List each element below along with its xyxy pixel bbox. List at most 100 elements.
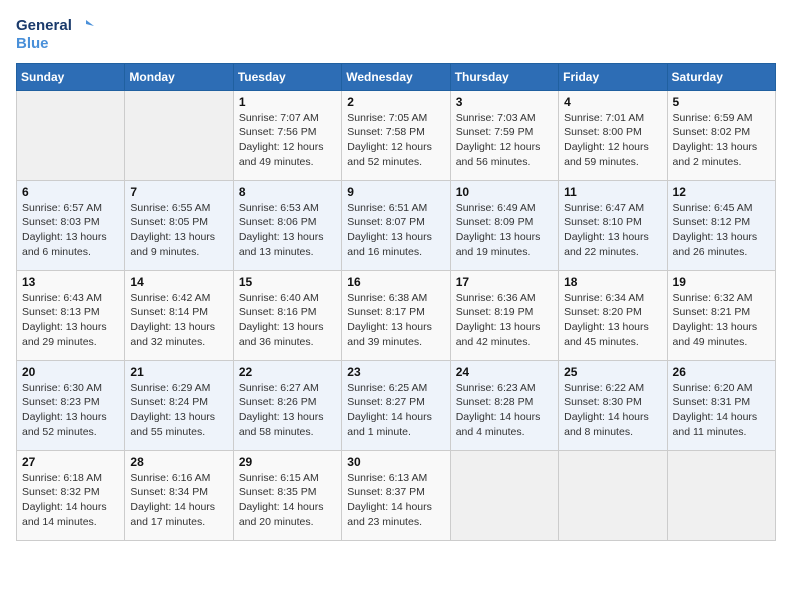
day-number: 26 [673,365,770,379]
day-detail: Sunrise: 6:18 AM Sunset: 8:32 PM Dayligh… [22,471,119,530]
calendar-cell: 22Sunrise: 6:27 AM Sunset: 8:26 PM Dayli… [233,360,341,450]
day-number: 5 [673,95,770,109]
calendar-cell: 20 Sunrise: 6:30 AM Sunset: 8:23 PM Dayli… [17,360,125,450]
day-number: 24 [456,365,553,379]
logo-bird-icon [74,16,94,36]
logo-text-blue: Blue [16,36,94,53]
day-detail: Sunrise: 6:49 AM Sunset: 8:09 PM Dayligh… [456,201,553,260]
day-number: 16 [347,275,444,289]
day-number: 19 [673,275,770,289]
calendar-cell: 28Sunrise: 6:16 AM Sunset: 8:34 PM Dayli… [125,450,233,540]
day-number: 28 [130,455,227,469]
weekday-header-saturday: Saturday [667,63,775,90]
day-detail: Sunrise: 6:25 AM Sunset: 8:27 PM Dayligh… [347,381,444,440]
calendar-cell: 8 Sunrise: 6:53 AM Sunset: 8:06 PM Daylig… [233,180,341,270]
day-detail: Sunrise: 6:13 AM Sunset: 8:37 PM Dayligh… [347,471,444,530]
day-detail: Sunrise: 7:01 AM Sunset: 8:00 PM Dayligh… [564,111,661,170]
day-detail: Sunrise: 6:38 AM Sunset: 8:17 PM Dayligh… [347,291,444,350]
calendar-cell [17,90,125,180]
calendar-cell: 26 Sunrise: 6:20 AM Sunset: 8:31 PM Dayli… [667,360,775,450]
calendar-cell: 3 Sunrise: 7:03 AM Sunset: 7:59 PM Daylig… [450,90,558,180]
day-detail: Sunrise: 6:22 AM Sunset: 8:30 PM Dayligh… [564,381,661,440]
day-number: 25 [564,365,661,379]
day-number: 3 [456,95,553,109]
calendar-cell: 14 Sunrise: 6:42 AM Sunset: 8:14 PM Dayli… [125,270,233,360]
calendar-cell: 30Sunrise: 6:13 AM Sunset: 8:37 PM Dayli… [342,450,450,540]
day-number: 4 [564,95,661,109]
calendar-cell: 18Sunrise: 6:34 AM Sunset: 8:20 PM Dayli… [559,270,667,360]
day-number: 21 [130,365,227,379]
day-number: 23 [347,365,444,379]
day-detail: Sunrise: 6:55 AM Sunset: 8:05 PM Dayligh… [130,201,227,260]
day-detail: Sunrise: 7:05 AM Sunset: 7:58 PM Dayligh… [347,111,444,170]
calendar-cell: 19 Sunrise: 6:32 AM Sunset: 8:21 PM Dayli… [667,270,775,360]
calendar-cell [559,450,667,540]
calendar-week-row: 6 Sunrise: 6:57 AM Sunset: 8:03 PM Daylig… [17,180,776,270]
day-detail: Sunrise: 6:23 AM Sunset: 8:28 PM Dayligh… [456,381,553,440]
day-number: 8 [239,185,336,199]
day-detail: Sunrise: 7:07 AM Sunset: 7:56 PM Dayligh… [239,111,336,170]
day-detail: Sunrise: 6:45 AM Sunset: 8:12 PM Dayligh… [673,201,770,260]
day-detail: Sunrise: 6:42 AM Sunset: 8:14 PM Dayligh… [130,291,227,350]
calendar-cell: 23 Sunrise: 6:25 AM Sunset: 8:27 PM Dayli… [342,360,450,450]
weekday-header-monday: Monday [125,63,233,90]
day-number: 7 [130,185,227,199]
day-number: 15 [239,275,336,289]
calendar-cell: 1 Sunrise: 7:07 AM Sunset: 7:56 PM Daylig… [233,90,341,180]
day-detail: Sunrise: 6:20 AM Sunset: 8:31 PM Dayligh… [673,381,770,440]
day-detail: Sunrise: 7:03 AM Sunset: 7:59 PM Dayligh… [456,111,553,170]
calendar-cell: 6 Sunrise: 6:57 AM Sunset: 8:03 PM Daylig… [17,180,125,270]
calendar-cell: 16 Sunrise: 6:38 AM Sunset: 8:17 PM Dayli… [342,270,450,360]
calendar-cell: 24 Sunrise: 6:23 AM Sunset: 8:28 PM Dayli… [450,360,558,450]
day-detail: Sunrise: 6:43 AM Sunset: 8:13 PM Dayligh… [22,291,119,350]
day-detail: Sunrise: 6:30 AM Sunset: 8:23 PM Dayligh… [22,381,119,440]
day-detail: Sunrise: 6:27 AM Sunset: 8:26 PM Dayligh… [239,381,336,440]
day-detail: Sunrise: 6:15 AM Sunset: 8:35 PM Dayligh… [239,471,336,530]
day-number: 27 [22,455,119,469]
day-detail: Sunrise: 6:32 AM Sunset: 8:21 PM Dayligh… [673,291,770,350]
calendar-cell: 17 Sunrise: 6:36 AM Sunset: 8:19 PM Dayli… [450,270,558,360]
day-detail: Sunrise: 6:51 AM Sunset: 8:07 PM Dayligh… [347,201,444,260]
calendar-week-row: 27 Sunrise: 6:18 AM Sunset: 8:32 PM Dayli… [17,450,776,540]
day-detail: Sunrise: 6:57 AM Sunset: 8:03 PM Dayligh… [22,201,119,260]
calendar-cell: 5 Sunrise: 6:59 AM Sunset: 8:02 PM Daylig… [667,90,775,180]
day-number: 18 [564,275,661,289]
weekday-header-thursday: Thursday [450,63,558,90]
day-number: 2 [347,95,444,109]
calendar-cell: 21Sunrise: 6:29 AM Sunset: 8:24 PM Dayli… [125,360,233,450]
calendar-cell [450,450,558,540]
calendar-cell: 4 Sunrise: 7:01 AM Sunset: 8:00 PM Daylig… [559,90,667,180]
calendar-cell: 11Sunrise: 6:47 AM Sunset: 8:10 PM Dayli… [559,180,667,270]
day-detail: Sunrise: 6:53 AM Sunset: 8:06 PM Dayligh… [239,201,336,260]
calendar-cell: 12 Sunrise: 6:45 AM Sunset: 8:12 PM Dayli… [667,180,775,270]
calendar-cell: 2 Sunrise: 7:05 AM Sunset: 7:58 PM Daylig… [342,90,450,180]
calendar-cell: 25 Sunrise: 6:22 AM Sunset: 8:30 PM Dayli… [559,360,667,450]
day-number: 13 [22,275,119,289]
day-detail: Sunrise: 6:40 AM Sunset: 8:16 PM Dayligh… [239,291,336,350]
day-number: 14 [130,275,227,289]
day-number: 17 [456,275,553,289]
weekday-header-tuesday: Tuesday [233,63,341,90]
day-number: 6 [22,185,119,199]
calendar-cell [125,90,233,180]
day-detail: Sunrise: 6:59 AM Sunset: 8:02 PM Dayligh… [673,111,770,170]
weekday-header-wednesday: Wednesday [342,63,450,90]
page-header: General Blue [16,16,776,53]
calendar-week-row: 20 Sunrise: 6:30 AM Sunset: 8:23 PM Dayli… [17,360,776,450]
logo: General Blue [16,16,94,53]
calendar-week-row: 1 Sunrise: 7:07 AM Sunset: 7:56 PM Daylig… [17,90,776,180]
day-detail: Sunrise: 6:36 AM Sunset: 8:19 PM Dayligh… [456,291,553,350]
day-number: 12 [673,185,770,199]
calendar-table: SundayMondayTuesdayWednesdayThursdayFrid… [16,63,776,541]
calendar-cell: 27 Sunrise: 6:18 AM Sunset: 8:32 PM Dayli… [17,450,125,540]
day-number: 10 [456,185,553,199]
weekday-header-sunday: Sunday [17,63,125,90]
calendar-cell: 13 Sunrise: 6:43 AM Sunset: 8:13 PM Dayli… [17,270,125,360]
calendar-cell: 9Sunrise: 6:51 AM Sunset: 8:07 PM Daylig… [342,180,450,270]
weekday-header-friday: Friday [559,63,667,90]
day-number: 20 [22,365,119,379]
calendar-cell [667,450,775,540]
day-number: 11 [564,185,661,199]
calendar-cell: 15 Sunrise: 6:40 AM Sunset: 8:16 PM Dayli… [233,270,341,360]
day-number: 1 [239,95,336,109]
